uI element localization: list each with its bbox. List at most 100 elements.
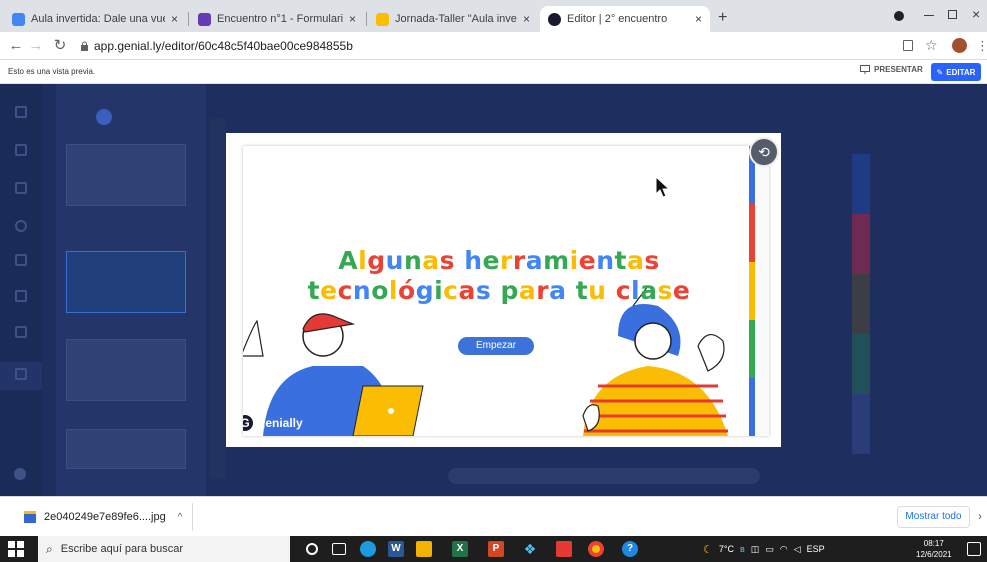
preview-bar: Esto es una vista previa. PRESENTAR ✎ ED… [0,60,987,84]
slide-title-line-2: tecnológicas para tu clase [307,276,691,305]
genially-favicon-icon [12,12,25,26]
chevron-up-icon[interactable]: ^ [178,512,183,523]
browser-tab-2[interactable]: Encuentro n°1 - Formularios de G × [190,6,364,32]
editar-label: EDITAR [946,67,976,77]
windows-start-icon[interactable] [8,541,24,557]
panel-divider [210,119,226,479]
editor-bottom-toolbar [448,468,760,484]
rotate-device-button[interactable]: ⟲ [749,137,779,167]
pages-active-icon [0,362,42,390]
preview-note: Esto es una vista previa. [8,67,96,76]
bluetooth-icon[interactable]: ʙ [740,544,745,554]
text-tool-icon [0,106,42,120]
tab-title: Encuentro n°1 - Formularios de G [217,13,343,25]
clock-time: 08:17 [923,539,944,548]
presentar-label: PRESENTAR [874,65,923,74]
weather-moon-icon[interactable]: ☾ [703,543,713,556]
pages-thumbnail-panel [56,84,206,496]
chrome-icon[interactable] [588,541,604,557]
image-tool-icon [0,144,42,158]
browser-tab-1[interactable]: Aula invertida: Dale una vuelta a × [4,6,186,32]
editor-left-sidebar [0,84,42,496]
editar-button[interactable]: ✎ EDITAR [931,63,981,81]
slide-preview: Algunas herramientas tecnológicas para t… [243,146,769,436]
tab-search-icon[interactable] [903,40,913,51]
close-shelf-icon[interactable]: › [978,509,982,523]
genially-logo: G genially [243,413,303,433]
page-thumbnail [66,144,186,206]
browser-tab-4-active[interactable]: Editor | 2° encuentro × [540,6,710,32]
show-all-button[interactable]: Mostrar todo [897,506,970,528]
powerpoint-icon[interactable]: P [488,541,504,557]
pencil-icon: ✎ [936,67,944,77]
page-thumbnail [66,251,186,313]
resources-tool-icon [0,182,42,196]
window-close-icon[interactable]: × [972,6,980,22]
close-tab-icon[interactable]: × [171,12,178,26]
profile-circle-icon[interactable] [894,11,904,21]
taskbar-search-box[interactable]: ⌕ Escribe aquí para buscar [38,536,290,562]
slide-edge-tabs [852,154,870,474]
wifi-icon[interactable]: ◠ [780,544,788,555]
language-indicator[interactable]: ESP [807,544,825,554]
image-file-icon [24,511,36,523]
new-tab-button[interactable]: + [718,9,727,27]
pages-tool-icon [0,290,42,304]
cortana-icon[interactable] [306,543,318,555]
girl-illustration [582,286,728,436]
close-tab-icon[interactable]: × [349,12,356,26]
close-tab-icon[interactable]: × [695,12,702,26]
tab-title: Jornada-Taller "Aula invertida: De [395,13,517,25]
acrobat-icon[interactable] [556,541,572,557]
browser-tab-3[interactable]: Jornada-Taller "Aula invertida: De × [368,6,538,32]
user-avatar[interactable] [952,38,967,53]
file-explorer-icon[interactable] [416,541,432,557]
empezar-button[interactable]: Empezar [458,337,534,355]
lock-icon [81,41,88,51]
browser-tab-strip: Aula invertida: Dale una vuelta a × Encu… [0,0,987,32]
slide-title-line-1: Algunas herramientas [338,246,660,275]
task-view-icon[interactable] [332,543,346,555]
search-placeholder: Escribe aquí para buscar [60,543,184,555]
genially-g-icon: G [243,413,255,433]
download-file-name: 2e040249e7e89fe6....jpg [44,511,166,523]
insert-tool-icon [0,254,42,268]
download-item[interactable]: 2e040249e7e89fe6....jpg ^ [24,511,182,523]
notifications-icon[interactable] [967,542,981,556]
background-tool-icon [0,326,42,340]
bookmark-star-icon[interactable]: ☆ [925,37,938,54]
tab-title: Aula invertida: Dale una vuelta a [31,13,165,25]
dropbox-icon[interactable]: ❖ [522,541,538,557]
browser-toolbar: ← → ↻ app.genial.ly/editor/60c48c5f40bae… [0,32,987,60]
battery-icon[interactable]: ▭ [765,544,774,555]
temperature[interactable]: 7°C [719,544,734,554]
edge-browser-icon[interactable] [360,541,376,557]
genially-favicon-icon [548,12,561,26]
system-tray: ☾ 7°C ʙ ◫ ▭ ◠ ◁ ESP [703,536,825,562]
tab-title: Editor | 2° encuentro [567,13,668,25]
presentar-button[interactable]: PRESENTAR [860,65,923,74]
forms-favicon-icon [198,12,211,26]
add-page-icon [96,109,112,125]
back-arrow-icon[interactable]: ← [6,36,26,56]
windows-taskbar: ⌕ Escribe aquí para buscar W X P ❖ ? ☾ 7… [0,536,987,562]
interactive-tool-icon [0,220,42,234]
close-tab-icon[interactable]: × [523,12,530,26]
forward-arrow-icon[interactable]: → [26,36,46,56]
maximize-icon[interactable] [948,10,957,19]
taskbar-clock[interactable]: 08:17 12/6/2021 [916,538,952,560]
slide-edge-tab [755,146,769,436]
reload-icon[interactable]: ↻ [50,36,70,56]
page-thumbnail [66,429,186,469]
page-thumbnail [66,339,186,401]
minimize-icon[interactable] [924,15,934,16]
word-icon[interactable]: W [388,541,404,557]
menu-dots-icon[interactable]: ⋮ [976,38,987,54]
volume-icon[interactable]: ◁ [794,544,801,555]
search-icon: ⌕ [46,541,53,556]
address-bar[interactable]: app.genial.ly/editor/60c48c5f40bae00ce98… [94,39,353,53]
excel-icon[interactable]: X [452,541,468,557]
help-app-icon[interactable]: ? [622,541,638,557]
help-icon [14,468,26,480]
network-icon[interactable]: ◫ [751,544,760,555]
